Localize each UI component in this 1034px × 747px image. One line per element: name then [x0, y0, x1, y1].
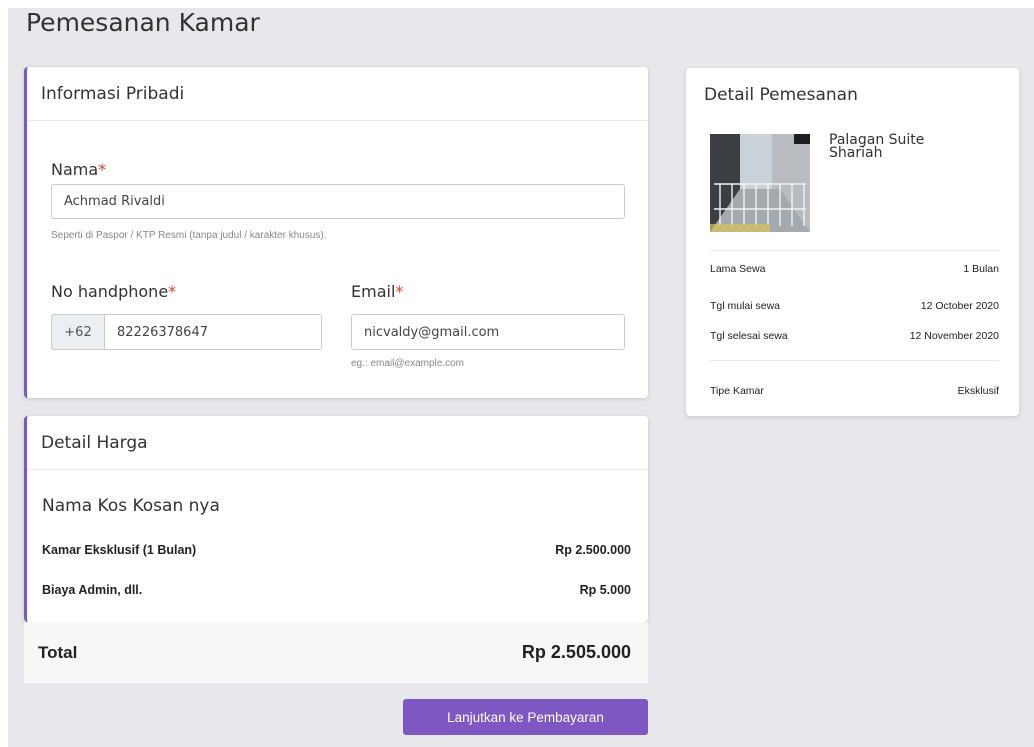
price-row-value: Rp 2.500.000	[555, 543, 631, 557]
order-row: Tgl mulai sewa 12 October 2020	[710, 300, 999, 312]
required-mark: *	[395, 282, 404, 301]
phone-label-text: No handphone	[51, 282, 169, 301]
kos-name: Nama Kos Kosan nya	[42, 496, 220, 516]
price-row-label: Kamar Eksklusif (1 Bulan)	[42, 543, 197, 557]
room-name: Palagan Suite Shariah	[829, 132, 925, 161]
price-row-label: Biaya Admin, dll.	[42, 583, 143, 597]
price-detail-header: Detail Harga	[27, 416, 648, 470]
page-title: Pemesanan Kamar	[26, 8, 260, 37]
phone-input-value: 82226378647	[117, 324, 208, 340]
order-detail-header: Detail Pemesanan	[704, 85, 858, 105]
price-row-value: Rp 5.000	[579, 583, 631, 597]
order-row: Lama Sewa 1 Bulan	[710, 263, 999, 275]
total-label: Total	[38, 642, 78, 662]
price-detail-card: Detail Harga Nama Kos Kosan nya Kamar Ek…	[24, 416, 648, 622]
total-summary: Total Rp 2.505.000	[24, 622, 648, 683]
name-input[interactable]: Achmad Rivaldi	[51, 184, 625, 219]
email-label-text: Email	[351, 282, 396, 301]
divider	[710, 250, 999, 251]
name-input-value: Achmad Rivaldi	[64, 194, 165, 209]
order-row-label: Lama Sewa	[710, 263, 766, 275]
order-row: Tipe Kamar Eksklusif	[710, 385, 999, 397]
room-photo	[710, 134, 810, 232]
name-hint: Seperti di Paspor / KTP Resmi (tanpa jud…	[51, 230, 327, 241]
email-label: Email*	[351, 282, 403, 301]
order-row: Tgl selesai sewa 12 November 2020	[710, 330, 999, 342]
email-input[interactable]: nicvaldy@gmail.com	[351, 314, 625, 350]
personal-info-header: Informasi Pribadi	[27, 67, 648, 121]
total-value: Rp 2.505.000	[521, 642, 631, 662]
phone-country-code: +62	[51, 314, 104, 350]
email-input-value: nicvaldy@gmail.com	[364, 324, 500, 340]
price-row: Kamar Eksklusif (1 Bulan) Rp 2.500.000	[42, 543, 631, 557]
order-detail-card: Detail Pemesanan Palagan Suite Shariah L…	[686, 68, 1019, 416]
continue-to-payment-button[interactable]: Lanjutkan ke Pembayaran	[403, 699, 648, 735]
phone-input[interactable]: 82226378647	[104, 314, 322, 350]
email-hint: eg.: email@example.com	[351, 358, 464, 369]
required-mark: *	[98, 160, 107, 179]
name-label: Nama*	[51, 160, 106, 179]
phone-label: No handphone*	[51, 282, 176, 301]
order-row-value: Eksklusif	[957, 385, 999, 397]
order-row-label: Tgl mulai sewa	[710, 300, 781, 312]
order-row-label: Tipe Kamar	[710, 385, 764, 397]
required-mark: *	[168, 282, 177, 301]
order-row-value: 1 Bulan	[963, 263, 999, 275]
name-label-text: Nama	[51, 160, 99, 179]
room-photo-image	[710, 134, 810, 232]
price-row: Biaya Admin, dll. Rp 5.000	[42, 583, 631, 597]
divider	[710, 360, 999, 361]
order-row-value: 12 October 2020	[920, 300, 999, 312]
personal-info-card: Informasi Pribadi Nama* Achmad Rivaldi S…	[24, 67, 648, 398]
order-row-value: 12 November 2020	[909, 330, 999, 342]
order-row-label: Tgl selesai sewa	[710, 330, 788, 342]
